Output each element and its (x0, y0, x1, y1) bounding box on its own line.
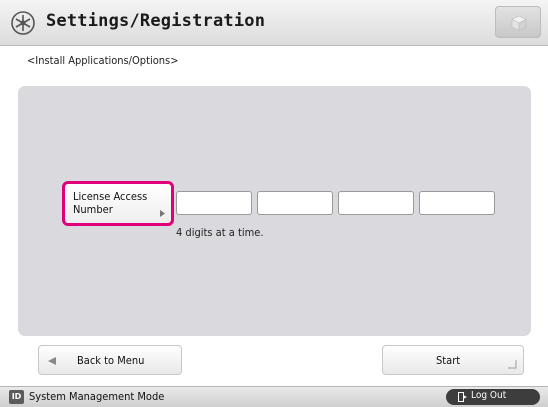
start-button[interactable]: Start (382, 345, 524, 375)
status-bar: ID System Management Mode Log Out (0, 386, 548, 407)
license-digits-field-1[interactable] (176, 191, 252, 215)
title-bar: Settings/Registration (0, 0, 548, 46)
log-out-label: Log Out (471, 390, 507, 401)
license-label-line1: License Access (73, 190, 148, 203)
logout-icon (458, 392, 467, 402)
breadcrumb: <Install Applications/Options> (27, 54, 179, 67)
license-access-number-button[interactable]: License Access Number (62, 181, 174, 226)
settings-wheel-icon (11, 11, 35, 35)
back-to-menu-button[interactable]: Back to Menu (38, 345, 182, 375)
system-mode-label: System Management Mode (29, 390, 165, 403)
log-out-button[interactable]: Log Out (446, 389, 540, 405)
page-title: Settings/Registration (46, 11, 266, 31)
arrow-left-icon (48, 357, 56, 365)
license-digits-field-4[interactable] (419, 191, 495, 215)
license-digits-field-2[interactable] (257, 191, 333, 215)
license-label-line2: Number (73, 203, 113, 216)
license-digits-field-3[interactable] (338, 191, 414, 215)
top-right-button[interactable] (495, 6, 541, 38)
cube-icon (511, 15, 527, 31)
back-to-menu-label: Back to Menu (77, 354, 145, 367)
corner-mark-icon (508, 360, 517, 369)
input-hint: 4 digits at a time. (176, 226, 264, 239)
start-label: Start (436, 354, 461, 367)
id-icon: ID (9, 390, 24, 404)
arrow-right-icon (160, 210, 165, 217)
